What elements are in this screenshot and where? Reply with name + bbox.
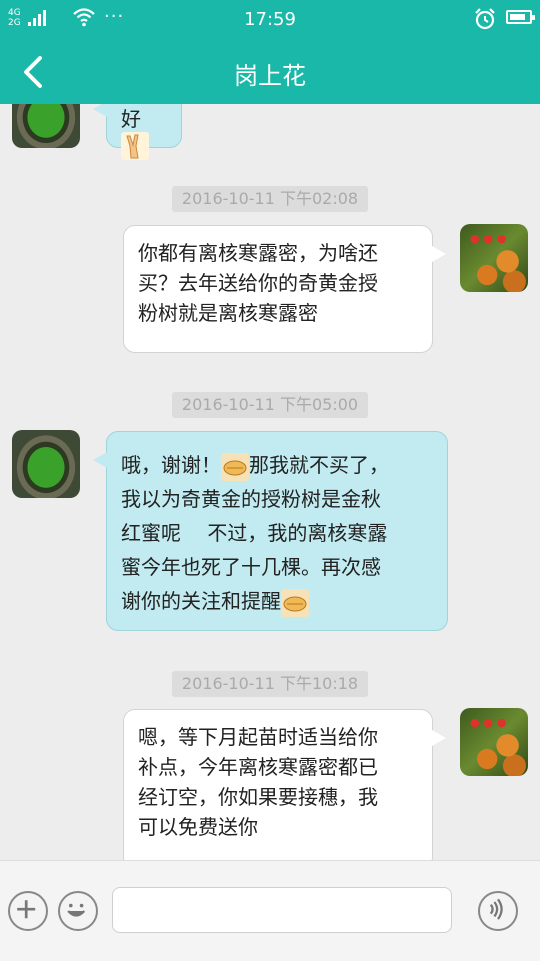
message-timestamp: 2016-10-11 下午02:08 <box>172 186 368 212</box>
plus-button[interactable] <box>8 891 48 931</box>
chat-area[interactable]: 好 2016-10-11 下午02:08 ● ● ● 你都有离核寒露密，为啥还 … <box>0 104 540 860</box>
message-text-line: 蜜今年也死了十几棵。再次感 <box>121 555 381 579</box>
handshake-icon <box>221 452 249 481</box>
message-text-line: 嗯，等下月起苗时适当给你 <box>138 725 378 749</box>
message-bubble[interactable]: 嗯，等下月起苗时适当给你 补点，今年离核寒露密都已 经订空，你如果要接穗，我 可… <box>123 709 446 860</box>
message-bubble[interactable]: 好 <box>93 104 182 160</box>
title-bar: 岗上花 <box>0 40 540 104</box>
avatar[interactable]: ● ● ● <box>460 708 528 776</box>
avatar[interactable]: ● ● ● <box>460 224 528 292</box>
avatar[interactable] <box>12 430 80 498</box>
handshake-icon <box>281 588 309 617</box>
message-timestamp: 2016-10-11 下午05:00 <box>172 392 368 418</box>
message-text-line: 我以为奇黄金的授粉树是金秋 <box>121 487 381 511</box>
message-text-line: 红蜜呢 不过，我的离核寒露 <box>121 521 388 545</box>
message-text-line: 那我就不买了， <box>249 453 389 477</box>
clock: 17:59 <box>244 9 296 30</box>
message-text-line: 谢你的关注和提醒 <box>121 589 281 613</box>
voice-button[interactable] <box>478 891 518 931</box>
message-text: 好 <box>121 107 141 131</box>
message-text-line: 可以免费送你 <box>138 815 258 839</box>
input-bar <box>0 860 540 961</box>
alarm-icon <box>475 8 495 30</box>
message-text-line: 粉树就是离核寒露密 <box>138 301 318 325</box>
message-bubble[interactable]: 你都有离核寒露密，为啥还 买？去年送给你的奇黄金授 粉树就是离核寒露密 <box>123 225 446 353</box>
message-text-line: 哦，谢谢！ <box>121 453 221 477</box>
message-timestamp: 2016-10-11 下午10:18 <box>172 671 368 697</box>
avatar[interactable] <box>12 104 80 148</box>
message-text-line: 你都有离核寒露密，为啥还 <box>138 241 378 265</box>
battery-icon <box>506 10 535 24</box>
voice-icon <box>489 898 503 920</box>
page-title: 岗上花 <box>234 62 306 90</box>
message-text-line: 补点，今年离核寒露密都已 <box>138 755 378 779</box>
smile-icon <box>67 903 86 917</box>
plus-icon <box>17 900 36 919</box>
message-bubble[interactable]: 哦，谢谢！ 那我就不买了， 我以为奇黄金的授粉树是金秋 红蜜呢 不过，我的离核寒… <box>93 431 448 631</box>
message-text-line: 经订空，你如果要接穗，我 <box>138 785 378 809</box>
victory-hand-icon <box>121 132 149 160</box>
status-bar: 4G 2G ··· 17:59 <box>0 0 540 40</box>
emoji-button[interactable] <box>58 891 98 931</box>
message-text-line: 买？去年送给你的奇黄金授 <box>138 271 378 295</box>
message-input[interactable] <box>112 887 452 933</box>
